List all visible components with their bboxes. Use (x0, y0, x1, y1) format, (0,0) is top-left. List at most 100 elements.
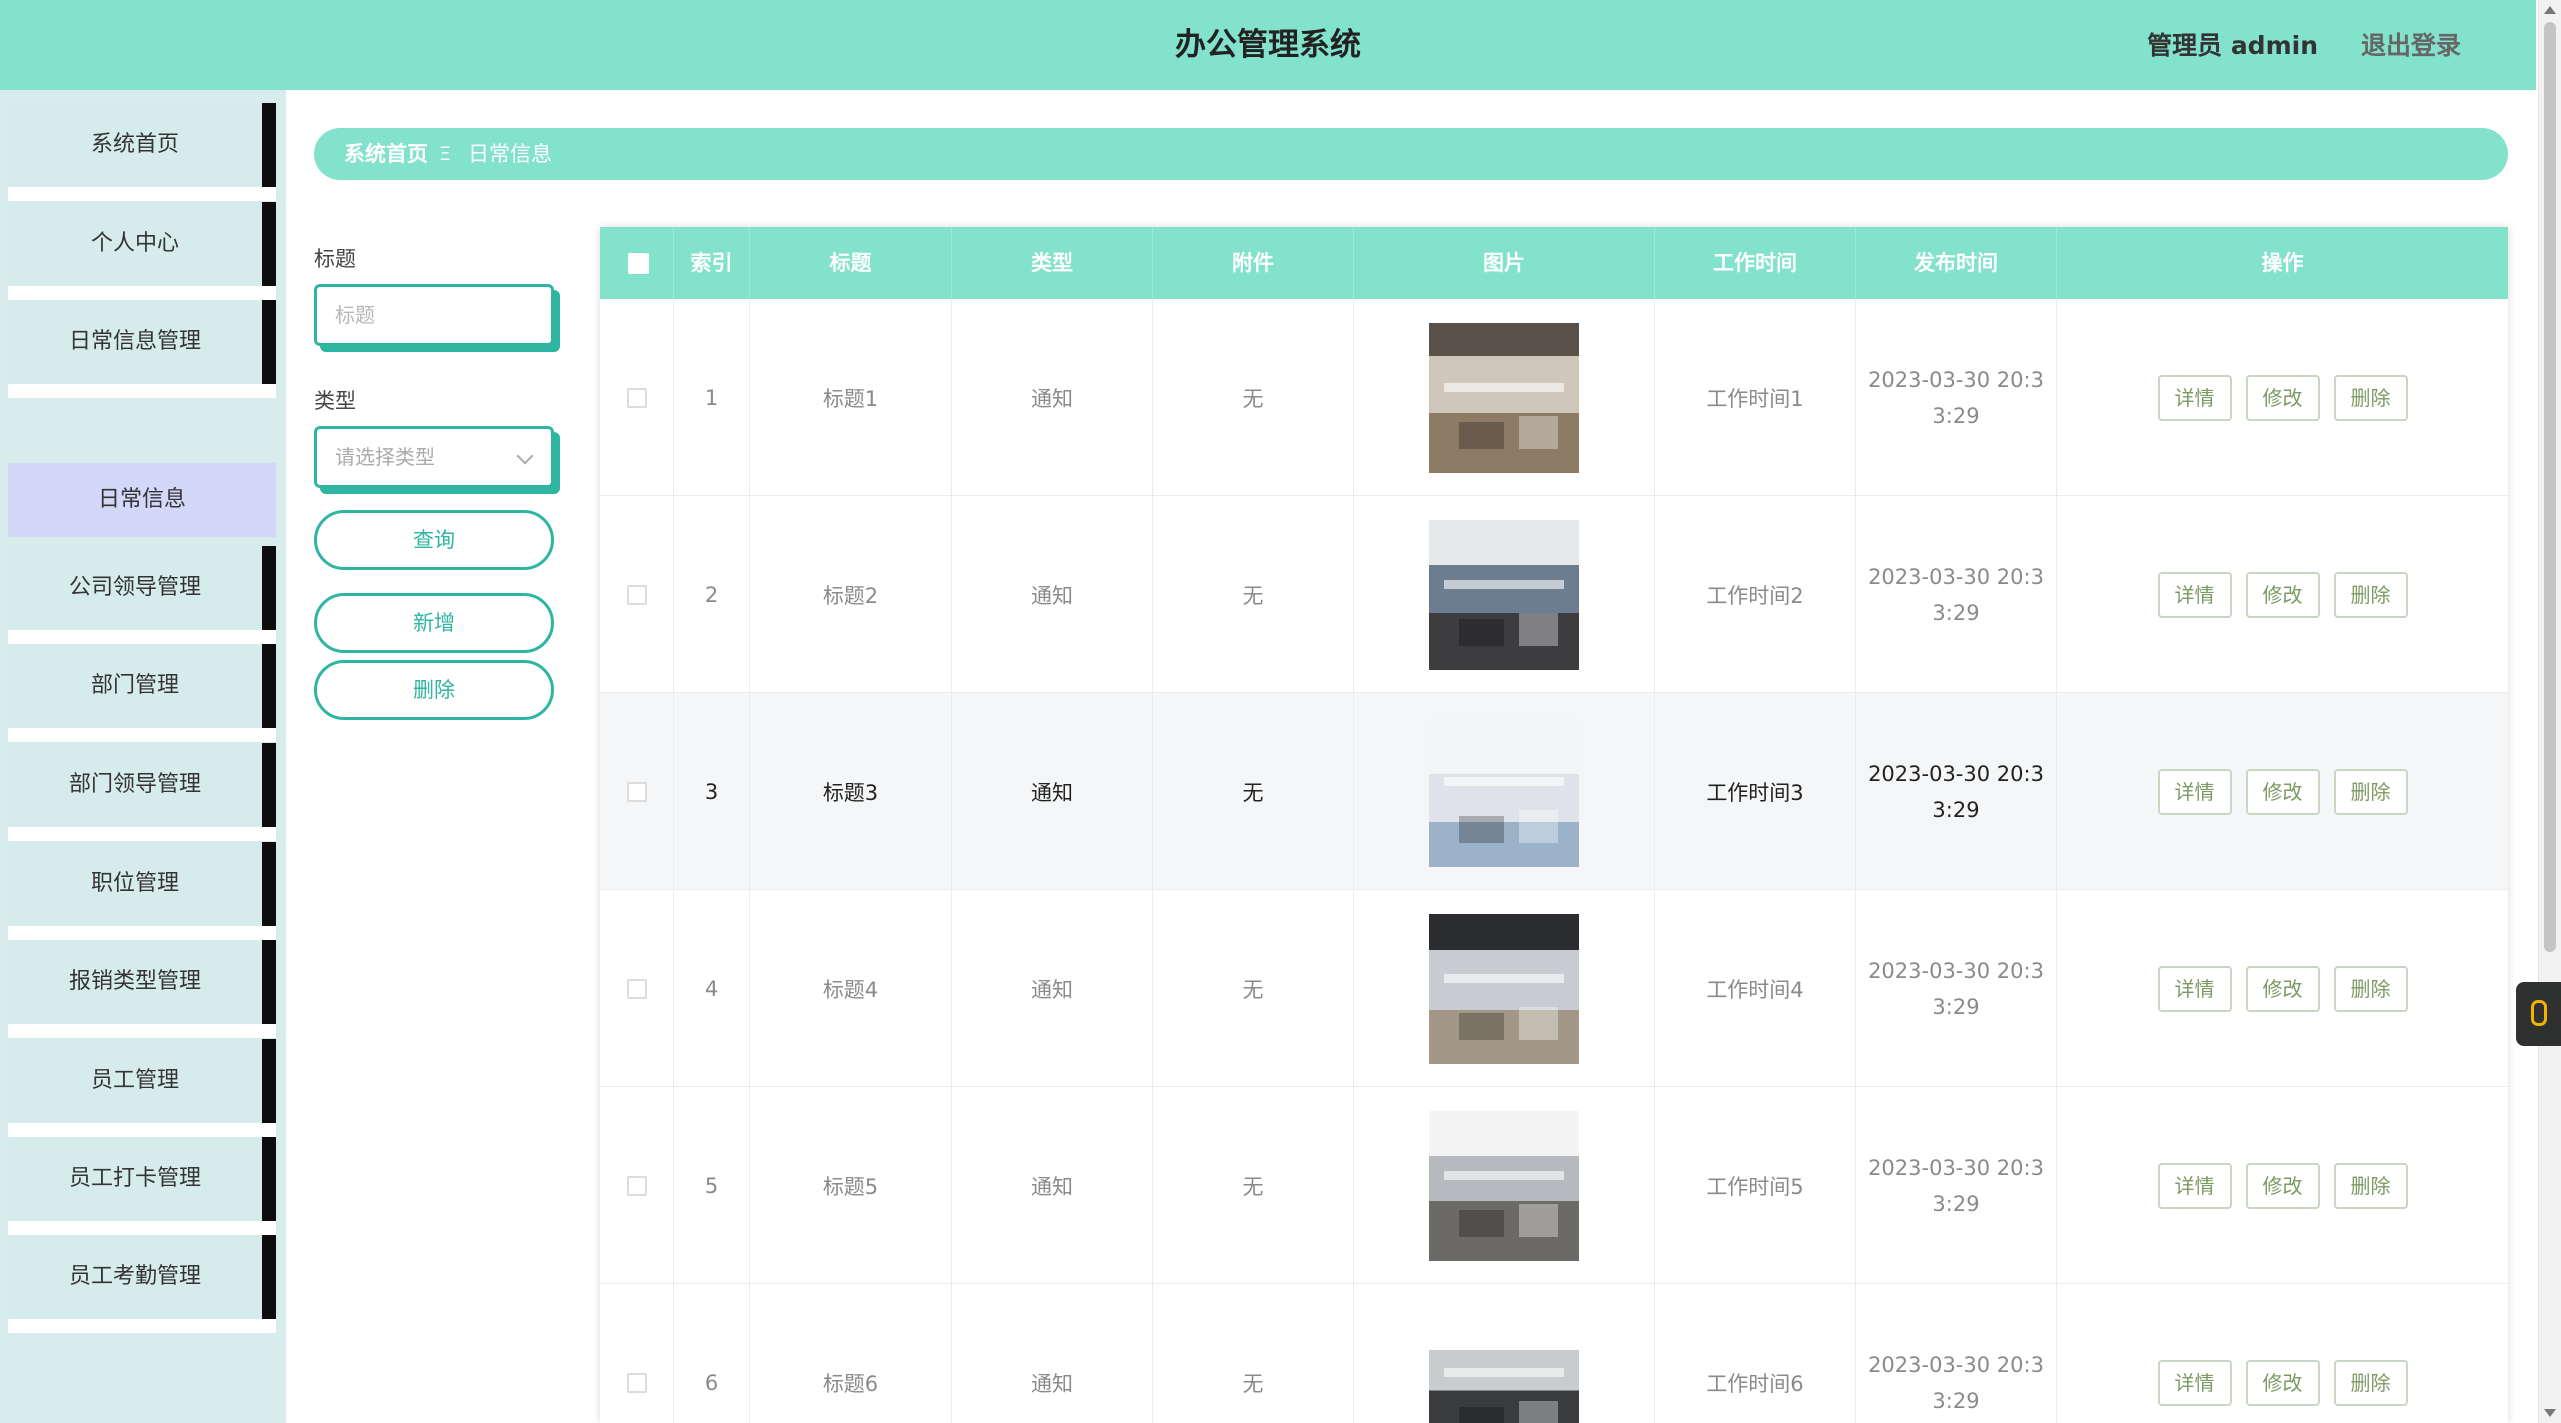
delete-button[interactable]: 删除 (2333, 1359, 2408, 1406)
sidebar-item-profile[interactable]: 个人中心 (8, 202, 276, 300)
type-filter-label: 类型 (314, 389, 356, 413)
add-button[interactable]: 新增 (314, 593, 554, 653)
sidebar-item-label: 日常信息管理 (68, 329, 201, 354)
detail-button[interactable]: 详情 (2157, 571, 2232, 618)
title-filter-input[interactable] (314, 284, 554, 346)
cell-select[interactable] (600, 1087, 674, 1284)
cell-select[interactable] (600, 496, 674, 693)
row-checkbox[interactable] (626, 1175, 647, 1196)
delete-button[interactable]: 删除 (2333, 965, 2408, 1012)
edit-button[interactable]: 修改 (2245, 1162, 2320, 1209)
cell-attachment: 无 (1153, 1284, 1354, 1423)
edit-button[interactable]: 修改 (2245, 571, 2320, 618)
breadcrumb-home[interactable]: 系统首页 (344, 128, 428, 180)
cell-attachment-text: 无 (1242, 386, 1264, 411)
row-checkbox[interactable] (626, 1372, 647, 1393)
cell-attachment: 无 (1153, 890, 1354, 1087)
sidebar-item-label: 部门管理 (90, 673, 179, 698)
cell-publish-time: 2023-03-30 20:3 3:29 (1856, 890, 2057, 1087)
scrollbar-thumb[interactable] (2544, 22, 2556, 952)
header-select-all[interactable] (600, 227, 674, 299)
cell-index-text: 4 (704, 976, 719, 1001)
cell-select[interactable] (600, 1284, 674, 1423)
cell-attachment-text: 无 (1242, 780, 1264, 805)
table-row[interactable]: 1 标题1 通知无工作时间1 2023-03-30 20:3 3:29 详情 修改 删除 (600, 299, 2508, 496)
column-header-actions: 操作 (2261, 251, 2304, 275)
sidebar-item-label: 公司领导管理 (68, 575, 201, 600)
sidebar-item-daily-info[interactable]: 日常信息管理 (8, 300, 276, 398)
row-checkbox[interactable] (626, 978, 647, 999)
office-photo-thumbnail (1429, 716, 1579, 867)
sidebar-item-positions[interactable]: 职位管理 (8, 842, 276, 940)
sidebar-item-company-leaders[interactable]: 公司领导管理 (8, 546, 276, 644)
cell-index: 5 (674, 1087, 750, 1284)
delete-button[interactable]: 删除 (2333, 374, 2408, 421)
cell-title: 标题5 (750, 1087, 952, 1284)
row-checkbox[interactable] (626, 387, 647, 408)
table-row[interactable]: 3 标题3 通知无工作时间3 2023-03-30 20:3 3:29 详情 修改 删除 (600, 693, 2508, 890)
sidebar-item-label: 职位管理 (90, 871, 179, 896)
cell-attachment: 无 (1153, 1087, 1354, 1284)
detail-button[interactable]: 详情 (2157, 965, 2232, 1012)
edit-button[interactable]: 修改 (2245, 965, 2320, 1012)
cell-type-text: 通知 (1031, 977, 1073, 1002)
scroll-up-arrow-icon[interactable] (2544, 6, 2556, 14)
delete-button[interactable]: 删除 (2333, 768, 2408, 815)
sidebar-item-reimbursement-types[interactable]: 报销类型管理 (8, 940, 276, 1038)
floating-tool-button[interactable] (2516, 982, 2561, 1046)
cell-type-text: 通知 (1031, 1371, 1073, 1396)
cell-select[interactable] (600, 693, 674, 890)
cell-type-text: 通知 (1031, 386, 1073, 411)
query-button[interactable]: 查询 (314, 510, 554, 570)
edit-button[interactable]: 修改 (2245, 1359, 2320, 1406)
office-photo-thumbnail (1429, 913, 1579, 1064)
sidebar-item-employees[interactable]: 员工管理 (8, 1039, 276, 1137)
edit-button[interactable]: 修改 (2245, 768, 2320, 815)
current-user: 管理员 admin (2147, 31, 2318, 60)
sidebar-item-attendance[interactable]: 员工考勤管理 (8, 1235, 276, 1333)
delete-button[interactable]: 删除 (2333, 1162, 2408, 1209)
table-row[interactable]: 2 标题2 通知无工作时间2 2023-03-30 20:3 3:29 详情 修改 删除 (600, 496, 2508, 693)
sidebar-item-departments[interactable]: 部门管理 (8, 644, 276, 742)
detail-button[interactable]: 详情 (2157, 768, 2232, 815)
logout-button[interactable]: 退出登录 (2361, 0, 2461, 92)
cell-index-text: 1 (704, 385, 719, 410)
page-scrollbar[interactable] (2538, 0, 2561, 1423)
app-header: 办公管理系统 管理员 admin 退出登录 (0, 0, 2536, 90)
table-row[interactable]: 4 标题4 通知无工作时间4 2023-03-30 20:3 3:29 详情 修改 删除 (600, 890, 2508, 1087)
detail-button[interactable]: 详情 (2157, 374, 2232, 421)
scroll-down-arrow-icon[interactable] (2544, 1409, 2556, 1417)
office-photo-thumbnail (1429, 1110, 1579, 1261)
row-checkbox[interactable] (626, 584, 647, 605)
edit-button[interactable]: 修改 (2245, 374, 2320, 421)
cell-select[interactable] (600, 890, 674, 1087)
cell-index: 3 (674, 693, 750, 890)
table-row[interactable]: 5 标题5 通知无工作时间5 2023-03-30 20:3 3:29 详情 修改 删除 (600, 1087, 2508, 1284)
sidebar-item-home[interactable]: 系统首页 (8, 103, 276, 201)
sidebar-item-department-leaders[interactable]: 部门领导管理 (8, 743, 276, 841)
cell-select[interactable] (600, 299, 674, 496)
cell-actions: 详情 修改 删除 (2057, 299, 2508, 496)
cell-publish-time-text: 2023-03-30 20:3 3:29 (1868, 367, 2044, 428)
breadcrumb: 系统首页 Ξ 日常信息 (314, 128, 2508, 180)
sidebar-item-label: 员工打卡管理 (68, 1166, 201, 1191)
cell-attachment-text: 无 (1242, 977, 1264, 1002)
cell-title-text: 标题1 (822, 386, 879, 411)
cell-index-text: 3 (704, 779, 719, 804)
row-checkbox[interactable] (626, 781, 647, 802)
cell-work-time: 工作时间2 (1655, 496, 1856, 693)
delete-button[interactable]: 删除 (2333, 571, 2408, 618)
cell-title: 标题1 (750, 299, 952, 496)
cell-publish-time: 2023-03-30 20:3 3:29 (1856, 299, 2057, 496)
table-row[interactable]: 6 标题6 通知无工作时间6 2023-03-30 20:3 3:29 详情 修改 删除 (600, 1284, 2508, 1423)
cell-work-time-text: 工作时间4 (1706, 977, 1804, 1002)
detail-button[interactable]: 详情 (2157, 1162, 2232, 1209)
cell-publish-time-text: 2023-03-30 20:3 3:29 (1868, 1155, 2044, 1216)
batch-delete-button[interactable]: 删除 (314, 660, 554, 720)
detail-button[interactable]: 详情 (2157, 1359, 2232, 1406)
sidebar-item-clock-in[interactable]: 员工打卡管理 (8, 1137, 276, 1235)
cell-type: 通知 (952, 1087, 1153, 1284)
select-all-checkbox[interactable] (628, 253, 649, 274)
sidebar-subitem-daily-info[interactable]: 日常信息 (8, 463, 276, 537)
cell-publish-time: 2023-03-30 20:3 3:29 (1856, 693, 2057, 890)
